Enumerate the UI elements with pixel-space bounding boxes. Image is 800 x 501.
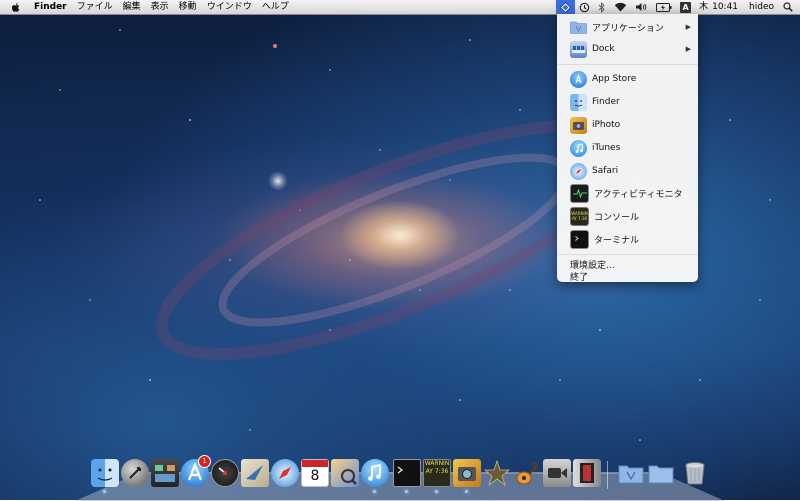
submenu-arrow-icon: ▶	[685, 45, 691, 53]
menu-item-label: アクティビティモニタ	[594, 189, 683, 200]
dock-imovie-icon[interactable]	[483, 459, 511, 487]
wifi-icon	[614, 2, 627, 12]
menu-help[interactable]: ヘルプ	[257, 0, 294, 14]
menu-item-label: iTunes	[592, 143, 621, 153]
console-dock-text: WARNIN AY 7:36	[424, 460, 450, 475]
itunes-icon	[570, 139, 587, 157]
dock-preview-icon[interactable]	[331, 459, 359, 487]
clock-day: 木	[699, 2, 709, 12]
running-indicator	[373, 490, 376, 493]
menu-item-app-store[interactable]: App Store	[557, 69, 698, 89]
dock-mail-icon[interactable]	[241, 459, 269, 487]
dock-applications-folder-icon[interactable]	[617, 459, 645, 487]
submenu-arrow-icon: ▶	[685, 23, 691, 31]
iphoto-icon	[570, 116, 587, 134]
time-machine-icon	[579, 2, 590, 12]
menu-separator	[557, 64, 698, 65]
dock-ical-icon[interactable]: 8	[301, 459, 329, 487]
volume-status[interactable]	[631, 0, 652, 14]
dock-garageband-icon[interactable]	[513, 459, 541, 487]
terminal-icon	[570, 229, 589, 249]
menu-item-dock[interactable]: Dock ▶	[557, 39, 698, 59]
menu-window[interactable]: ウインドウ	[202, 0, 257, 14]
menu-bar: Finder ファイル 編集 表示 移動 ウインドウ ヘルプ A 木 10:41…	[0, 0, 800, 15]
calendar-day: 8	[310, 468, 320, 484]
menu-item-label: Safari	[592, 166, 619, 176]
menu-item-activity-monitor[interactable]: アクティビティモニタ	[557, 183, 698, 203]
console-icon-text: WARNIN AY 7:36	[571, 211, 588, 221]
speaker-icon	[636, 3, 647, 11]
dock-trash-icon[interactable]	[681, 459, 709, 487]
app-store-update-badge: 1	[198, 455, 211, 468]
clock[interactable]: 木 10:41	[695, 0, 742, 14]
dock-facetime-icon[interactable]	[543, 459, 571, 487]
dock-finder-icon[interactable]	[91, 459, 119, 487]
dock-itunes-icon[interactable]	[361, 459, 389, 487]
launcher-diamond-icon	[560, 1, 572, 13]
clock-time: 10:41	[712, 2, 739, 12]
menu-item-label: コンソール	[594, 212, 640, 223]
folder-applications-icon	[570, 19, 587, 36]
menu-item-console[interactable]: WARNIN AY 7:36 コンソール	[557, 206, 698, 226]
dock: 1 8 WARNIN AY 7:36	[85, 455, 725, 495]
app-menu-finder[interactable]: Finder	[29, 0, 72, 14]
finder-icon	[570, 93, 587, 111]
user-menu[interactable]: hideo	[742, 0, 781, 14]
dock-iphoto-icon[interactable]	[453, 459, 481, 487]
menu-item-label: Dock	[592, 44, 615, 54]
menu-file[interactable]: ファイル	[72, 0, 118, 14]
dock-launchpad-icon[interactable]	[121, 459, 149, 487]
running-indicator	[103, 490, 106, 493]
menu-separator	[557, 254, 698, 255]
console-icon: WARNIN AY 7:36	[570, 206, 589, 226]
app-store-icon	[570, 70, 587, 88]
calendar-header	[302, 460, 328, 467]
input-source-status[interactable]: A	[676, 0, 695, 14]
wifi-status[interactable]	[610, 0, 631, 14]
menu-item-itunes[interactable]: iTunes	[557, 138, 698, 158]
menu-edit[interactable]: 編集	[118, 0, 146, 14]
spotlight-button[interactable]	[781, 0, 800, 14]
running-indicator	[465, 490, 468, 493]
menu-item-iphoto[interactable]: iPhoto	[557, 115, 698, 135]
menu-item-quit[interactable]: 終了	[570, 270, 588, 283]
input-source-badge: A	[680, 1, 692, 13]
spotlight-search-icon	[783, 2, 793, 12]
dock-documents-folder-icon[interactable]	[647, 459, 675, 487]
battery-icon	[656, 2, 672, 12]
dock-photo-booth-icon[interactable]	[573, 459, 601, 487]
dock-app-store-icon[interactable]: 1	[181, 455, 211, 487]
dock-mission-control-icon[interactable]	[151, 459, 179, 487]
menu-item-label: iPhoto	[592, 120, 621, 130]
dock-divider	[607, 461, 608, 489]
bluetooth-icon	[598, 1, 605, 13]
menu-item-label: アプリケーション	[592, 23, 664, 34]
launcher-dropdown-menu: アプリケーション ▶ Dock ▶ App Store Finder iPhot…	[557, 14, 698, 283]
safari-icon	[570, 162, 587, 180]
dock-icon	[570, 40, 587, 58]
menu-item-finder[interactable]: Finder	[557, 92, 698, 112]
menu-item-applications[interactable]: アプリケーション ▶	[557, 17, 698, 37]
menu-item-safari[interactable]: Safari	[557, 161, 698, 181]
launcher-menu-extra[interactable]	[556, 0, 576, 14]
menu-go[interactable]: 移動	[174, 0, 202, 14]
dock-dashboard-icon[interactable]	[211, 459, 239, 487]
menu-item-terminal[interactable]: ターミナル	[557, 229, 698, 249]
battery-status[interactable]	[652, 0, 676, 14]
running-indicator	[405, 490, 408, 493]
dock-console-icon[interactable]: WARNIN AY 7:36	[423, 459, 451, 487]
activity-monitor-icon	[570, 183, 589, 203]
apple-icon	[12, 2, 20, 12]
apple-menu[interactable]	[0, 0, 29, 14]
menu-item-label: App Store	[592, 74, 637, 84]
menu-item-label: Finder	[592, 97, 620, 107]
running-indicator	[435, 490, 438, 493]
menu-view[interactable]: 表示	[146, 0, 174, 14]
dock-safari-icon[interactable]	[271, 459, 299, 487]
time-machine-status[interactable]	[575, 0, 594, 14]
bluetooth-status[interactable]	[594, 0, 610, 14]
dock-terminal-icon[interactable]	[393, 459, 421, 487]
menu-item-label: ターミナル	[594, 235, 640, 246]
